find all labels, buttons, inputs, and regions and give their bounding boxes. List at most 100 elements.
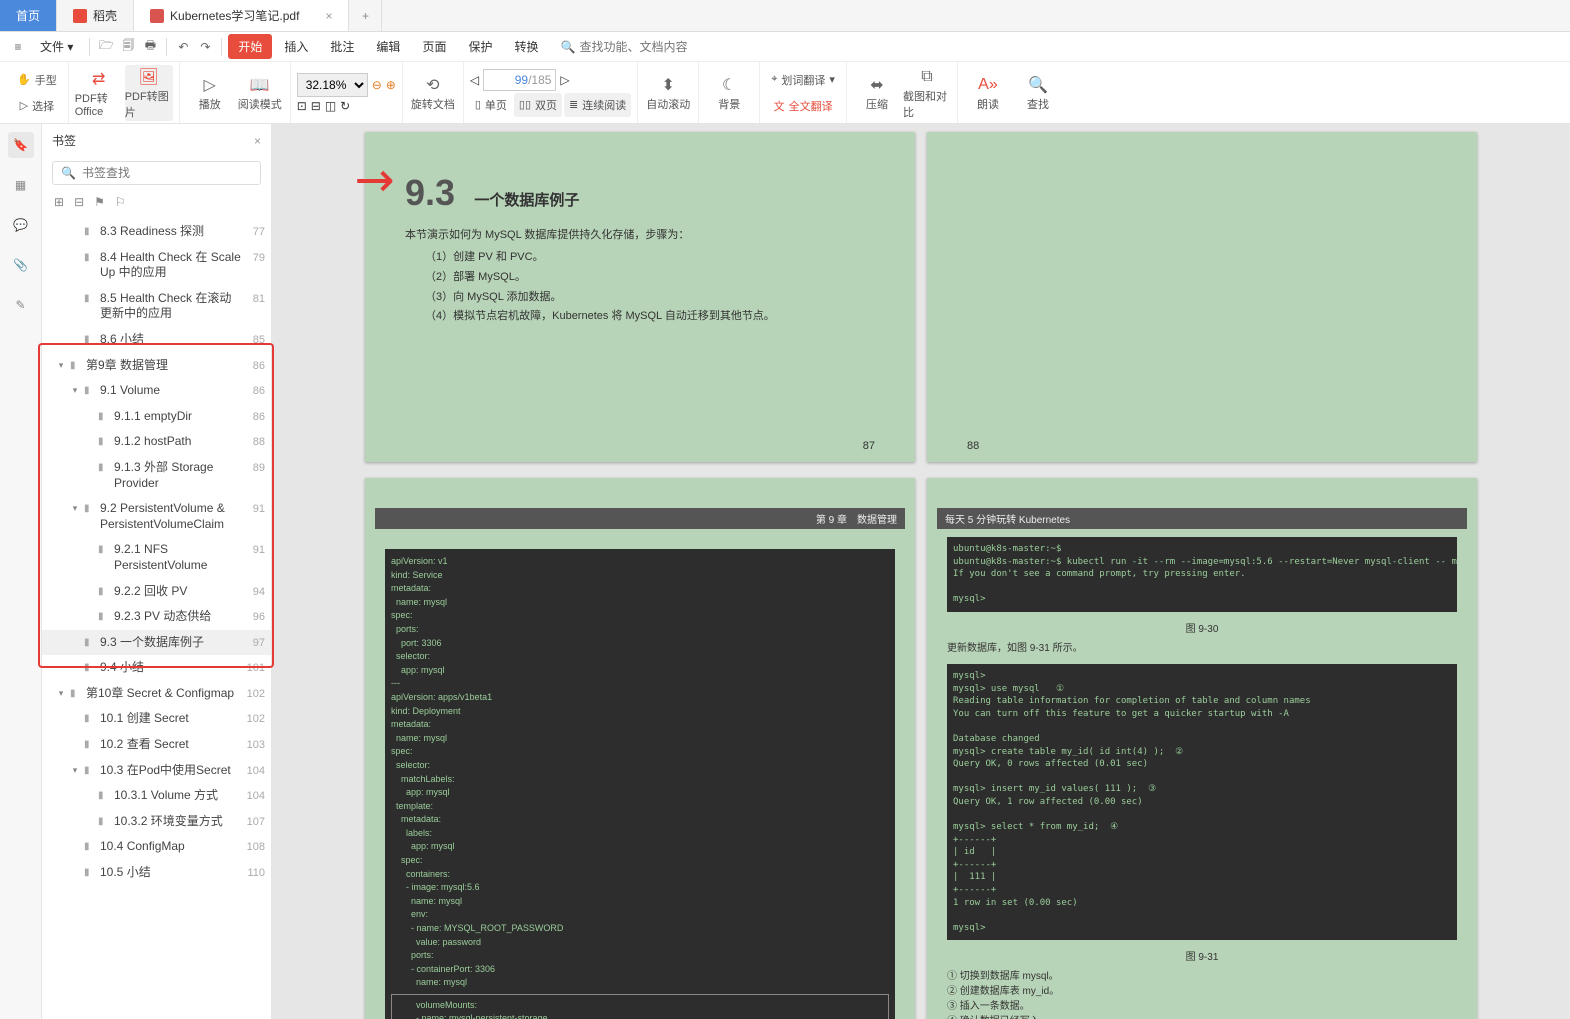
pdf-to-image-button[interactable]: 🖼PDF转图片 <box>125 65 173 121</box>
expand-all-icon[interactable]: ⊞ <box>54 195 64 209</box>
full-translate-button[interactable]: 文全文翻译 <box>766 94 840 118</box>
menu-annotate[interactable]: 批注 <box>320 34 364 59</box>
expand-arrow-icon[interactable]: ▾ <box>70 765 80 776</box>
single-page-button[interactable]: ▯单页 <box>470 93 512 117</box>
redo-icon[interactable]: ↷ <box>195 37 215 57</box>
expand-arrow-icon[interactable]: ▾ <box>70 503 80 514</box>
pdf-to-office-button[interactable]: ⇄PDF转Office <box>75 65 123 121</box>
bookmark-item[interactable]: ▮10.5 小结110 <box>42 860 271 886</box>
menu-insert[interactable]: 插入 <box>274 34 318 59</box>
bookmark-item[interactable]: ▾▮9.2 PersistentVolume & PersistentVolum… <box>42 496 271 537</box>
bookmark-item[interactable]: ▮10.2 查看 Secret103 <box>42 732 271 758</box>
bookmark-item[interactable]: ▮9.1.1 emptyDir86 <box>42 404 271 430</box>
bookmark-item[interactable]: ▾▮第9章 数据管理86 <box>42 353 271 379</box>
bookmark-search-input[interactable] <box>82 166 252 180</box>
screenshot-button[interactable]: ⧉截图和对比 <box>903 65 951 121</box>
expand-arrow-icon[interactable]: ▾ <box>56 360 66 371</box>
rotate-button[interactable]: ⟲旋转文档 <box>409 65 457 121</box>
comment-rail-icon[interactable]: 💬 <box>8 212 34 238</box>
menu-start[interactable]: 开始 <box>228 34 272 59</box>
menu-protect[interactable]: 保护 <box>458 34 502 59</box>
bookmark-item[interactable]: ▮8.5 Health Check 在滚动更新中的应用81 <box>42 286 271 327</box>
sign-rail-icon[interactable]: ✎ <box>8 292 34 318</box>
bookmark-item[interactable]: ▮8.3 Readiness 探测77 <box>42 219 271 245</box>
zoom-in-icon[interactable]: ⊕ <box>386 78 396 92</box>
search-input[interactable] <box>579 40 759 54</box>
search-box[interactable]: 🔍 <box>560 40 759 54</box>
read-aloud-button[interactable]: A»朗读 <box>964 65 1012 121</box>
bookmark-item[interactable]: ▾▮10.3 在Pod中使用Secret104 <box>42 758 271 784</box>
refresh-icon[interactable]: ↻ <box>340 99 350 113</box>
bookmark-icon: ▮ <box>84 293 96 304</box>
bookmark-list[interactable]: ▮8.3 Readiness 探测77▮8.4 Health Check 在 S… <box>42 215 271 1019</box>
fit-page-icon[interactable]: ⊟ <box>311 99 321 113</box>
find-button[interactable]: 🔍查找 <box>1014 65 1062 121</box>
close-panel-icon[interactable]: × <box>254 134 261 148</box>
bookmark-item[interactable]: ▮10.1 创建 Secret102 <box>42 706 271 732</box>
bookmark-item[interactable]: ▮9.1.3 外部 Storage Provider89 <box>42 455 271 496</box>
bookmark-page: 103 <box>241 739 265 751</box>
double-page-button[interactable]: ▯▯双页 <box>514 93 562 117</box>
next-page-icon[interactable]: ▷ <box>560 73 569 87</box>
bookmark-item[interactable]: ▾▮第10章 Secret & Configmap102 <box>42 681 271 707</box>
bookmark-item[interactable]: ▮9.1.2 hostPath88 <box>42 429 271 455</box>
open-icon[interactable]: 🗁 <box>96 37 116 57</box>
bookmark-item[interactable]: ▮10.3.1 Volume 方式104 <box>42 783 271 809</box>
bookmark-item[interactable]: ▮8.4 Health Check 在 Scale Up 中的应用79 <box>42 245 271 286</box>
read-mode-button[interactable]: 📖阅读模式 <box>236 65 284 121</box>
zoom-select[interactable]: 32.18% <box>297 73 368 97</box>
page-input-group[interactable]: /185 <box>483 69 556 91</box>
menu-edit[interactable]: 编辑 <box>366 34 410 59</box>
attachment-rail-icon[interactable]: 📎 <box>8 252 34 278</box>
continuous-button[interactable]: ≣连续阅读 <box>564 93 631 117</box>
bookmark-item[interactable]: ▮9.2.1 NFS PersistentVolume91 <box>42 537 271 578</box>
new-tab-button[interactable]: + <box>349 0 382 31</box>
fit-width-icon[interactable]: ⊡ <box>297 99 307 113</box>
hand-tool-button[interactable]: ✋手型 <box>12 68 62 92</box>
bookmark-rail-icon[interactable]: 🔖 <box>8 132 34 158</box>
select-tool-button[interactable]: ▷选择 <box>12 94 62 118</box>
word-translate-button[interactable]: ⌖划词翻译 ▾ <box>766 68 840 92</box>
expand-arrow-icon[interactable]: ▾ <box>56 688 66 699</box>
close-icon[interactable]: × <box>325 9 332 23</box>
save-icon[interactable]: 🗐 <box>118 37 138 57</box>
print-icon[interactable]: 🖶 <box>140 37 160 57</box>
tab-daoke[interactable]: 稻壳 <box>57 0 134 31</box>
bookmark-item[interactable]: ▮10.3.2 环境变量方式107 <box>42 809 271 835</box>
bookmark-item[interactable]: ▾▮9.1 Volume86 <box>42 378 271 404</box>
menu-file[interactable]: 文件 ▾ <box>30 34 83 59</box>
menu-convert[interactable]: 转换 <box>504 34 548 59</box>
auto-scroll-button[interactable]: ⬍自动滚动 <box>644 65 692 121</box>
tab-kubernetes-pdf[interactable]: Kubernetes学习笔记.pdf× <box>134 0 349 31</box>
bookmark-item[interactable]: ▮9.3 一个数据库例子97 <box>42 630 271 656</box>
expand-arrow-icon[interactable]: ▾ <box>70 385 80 396</box>
section-title: 一个数据库例子 <box>474 192 579 209</box>
bookmark-label: 9.2.1 NFS PersistentVolume <box>114 542 241 573</box>
bookmark-item[interactable]: ▮9.4 小结101 <box>42 655 271 681</box>
prev-page-icon[interactable]: ◁ <box>470 73 479 87</box>
bookmark-icon: ▮ <box>98 411 110 422</box>
bookmark-item[interactable]: ▮8.6 小结85 <box>42 327 271 353</box>
bookmark-item[interactable]: ▮9.2.3 PV 动态供给96 <box>42 604 271 630</box>
zoom-out-icon[interactable]: ⊖ <box>372 78 382 92</box>
page-number-input[interactable] <box>488 73 528 87</box>
bookmark-item[interactable]: ▮10.4 ConfigMap108 <box>42 834 271 860</box>
menu-page[interactable]: 页面 <box>412 34 456 59</box>
background-button[interactable]: ☾背景 <box>705 65 753 121</box>
undo-icon[interactable]: ↶ <box>173 37 193 57</box>
document-viewport[interactable]: 9.3 一个数据库例子 本节演示如何为 MySQL 数据库提供持久化存储，步骤为… <box>272 124 1570 1019</box>
actual-size-icon[interactable]: ◫ <box>325 99 336 113</box>
tab-home[interactable]: 首页 <box>0 0 57 31</box>
page-total: /185 <box>528 73 551 87</box>
bookmark-flag-icon[interactable]: ⚐ <box>115 195 126 209</box>
compress-button[interactable]: ⬌压缩 <box>853 65 901 121</box>
bookmark-add-icon[interactable]: ⚑ <box>94 195 105 209</box>
bookmark-label: 第10章 Secret & Configmap <box>86 686 241 702</box>
thumbnail-rail-icon[interactable]: ▦ <box>8 172 34 198</box>
play-button[interactable]: ▷播放 <box>186 65 234 121</box>
hamburger-icon[interactable]: ≡ <box>8 37 28 57</box>
bookmark-search[interactable]: 🔍 <box>52 161 261 185</box>
convert-image-icon: 🖼 <box>138 66 160 88</box>
collapse-all-icon[interactable]: ⊟ <box>74 195 84 209</box>
bookmark-item[interactable]: ▮9.2.2 回收 PV94 <box>42 579 271 605</box>
